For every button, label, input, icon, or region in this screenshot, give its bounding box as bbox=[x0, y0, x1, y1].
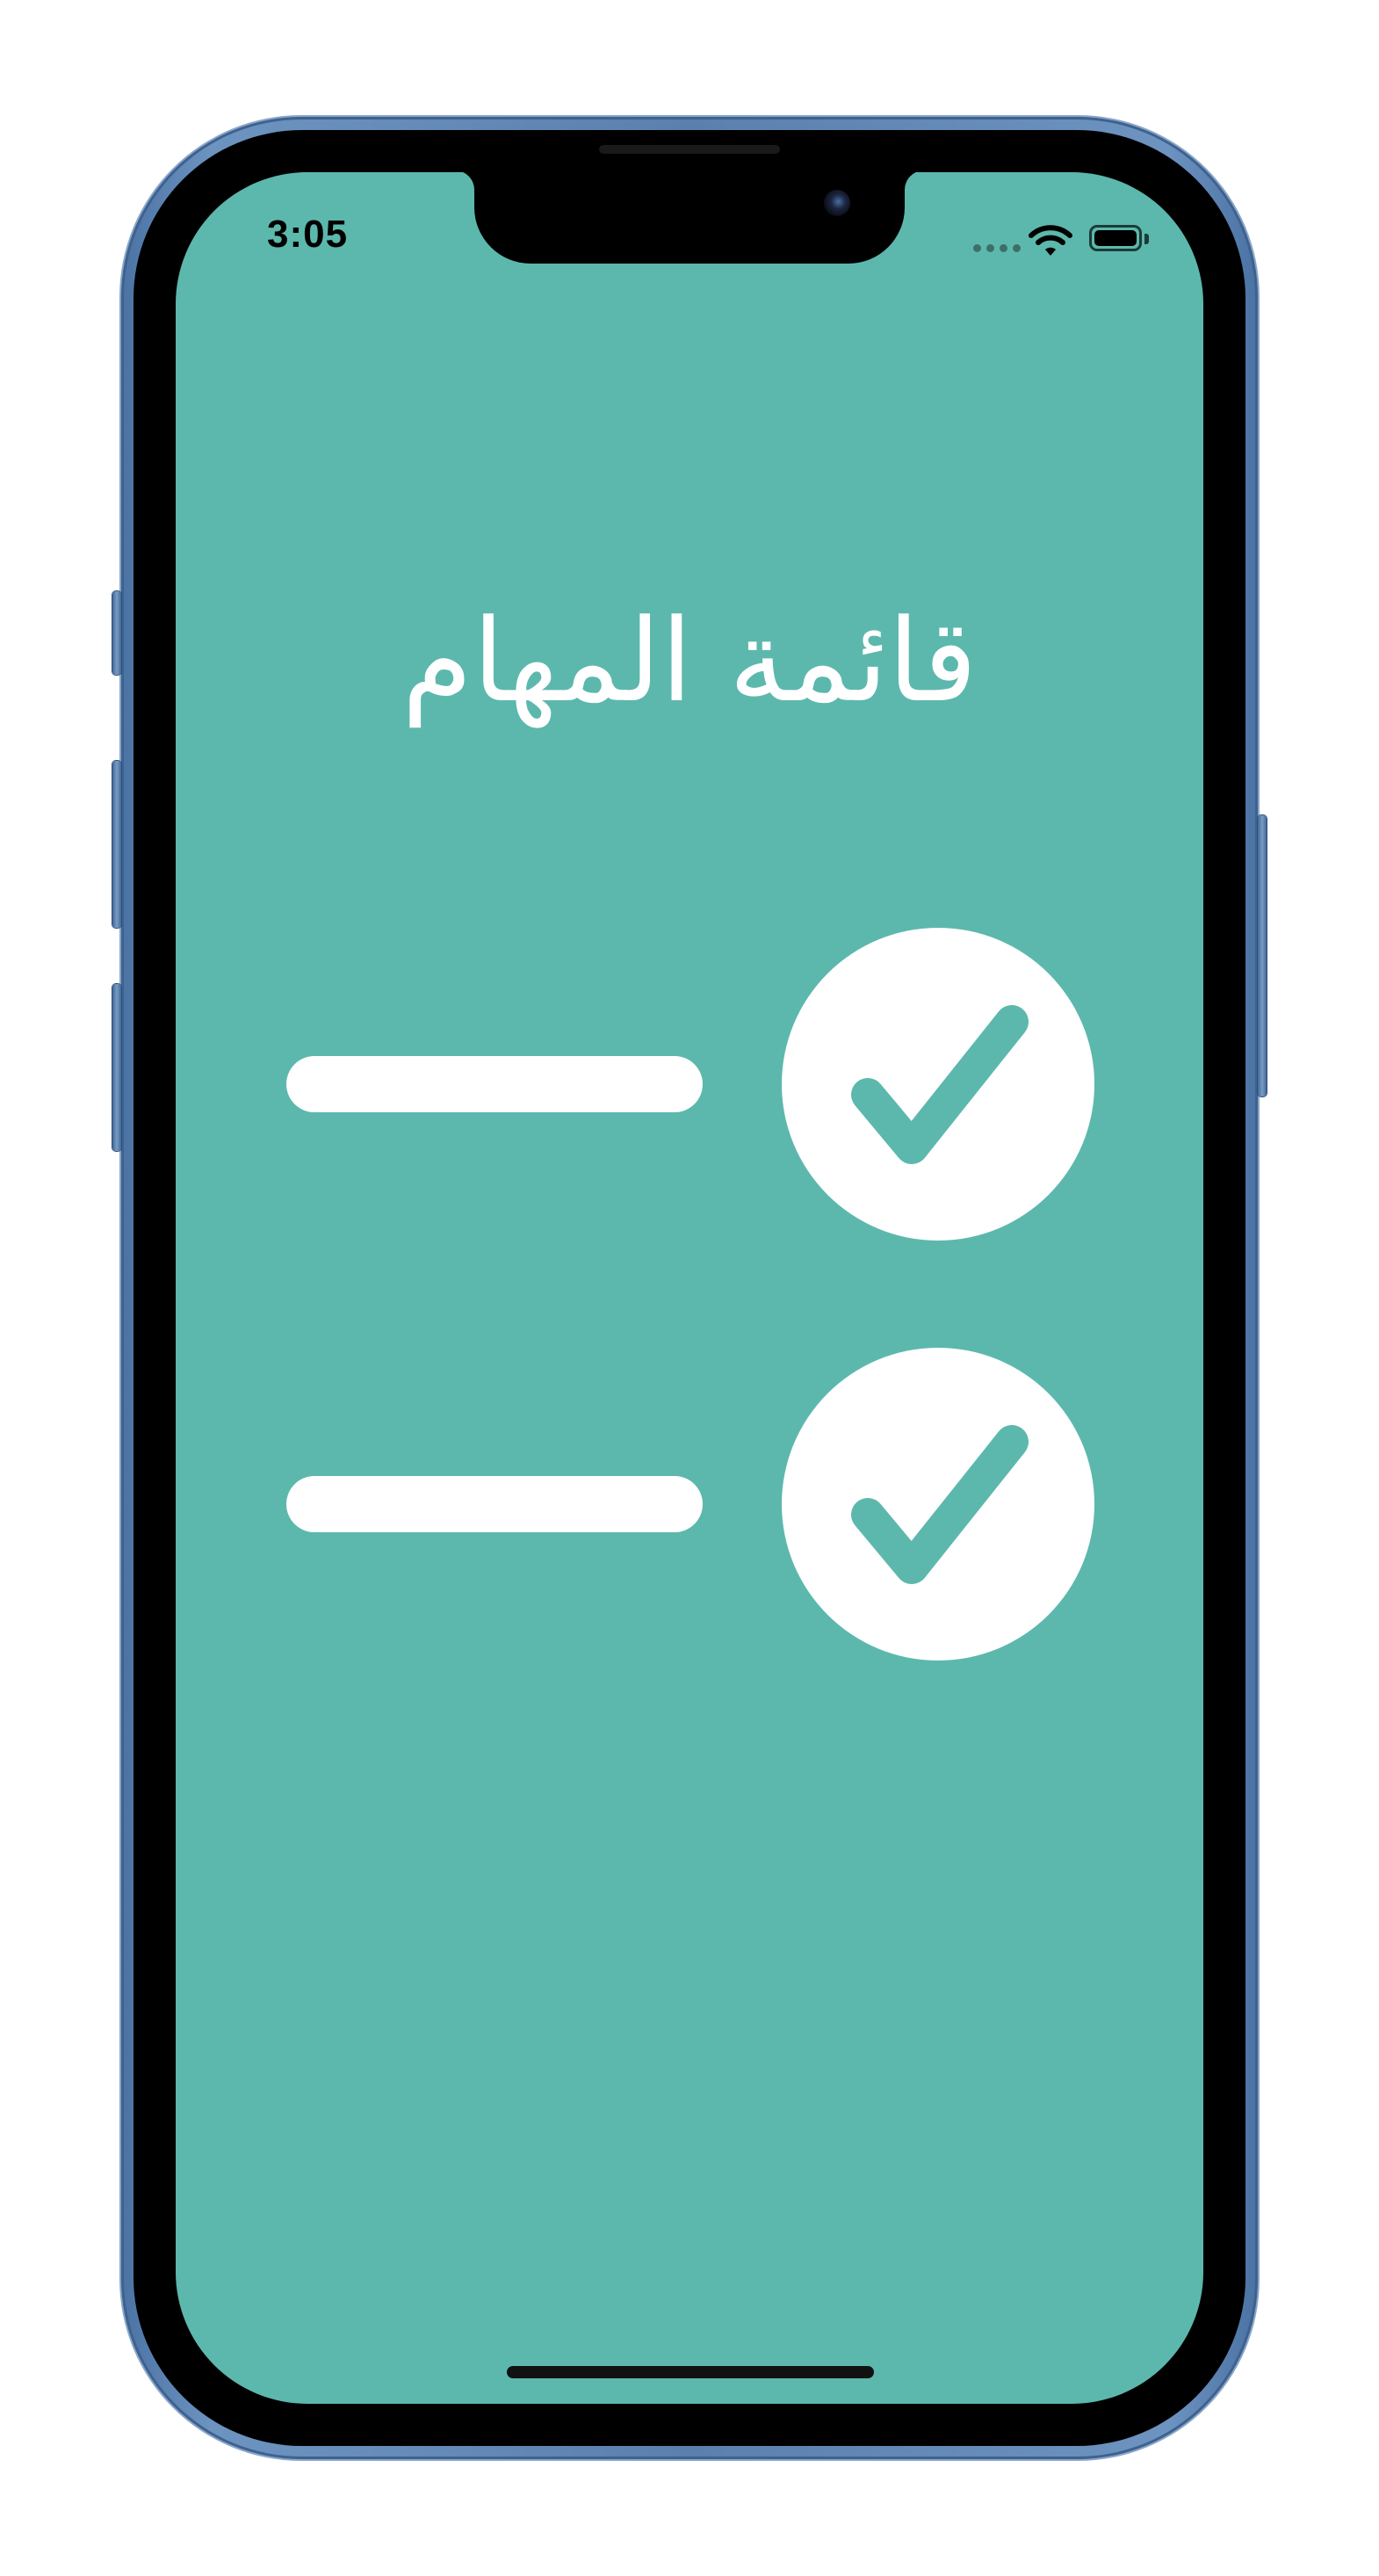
earpiece-speaker bbox=[599, 145, 780, 154]
task-row[interactable] bbox=[176, 1348, 1203, 1664]
page: 3:05 قائمة المهام bbox=[0, 0, 1379, 2576]
task-row[interactable] bbox=[176, 928, 1203, 1244]
wifi-icon bbox=[1029, 225, 1072, 256]
checkmark-icon bbox=[851, 1005, 1029, 1164]
task-complete-toggle[interactable] bbox=[782, 928, 1094, 1241]
status-time: 3:05 bbox=[267, 213, 349, 256]
volume-up-button bbox=[112, 761, 121, 928]
home-indicator[interactable] bbox=[507, 2366, 874, 2378]
power-button bbox=[1258, 815, 1267, 1096]
front-camera bbox=[824, 190, 850, 216]
mute-switch bbox=[112, 591, 121, 675]
task-complete-toggle[interactable] bbox=[782, 1348, 1094, 1661]
volume-down-button bbox=[112, 984, 121, 1151]
notch bbox=[474, 172, 905, 264]
cellular-signal-icon bbox=[973, 244, 1021, 252]
task-text-placeholder bbox=[286, 1056, 703, 1112]
task-text-placeholder bbox=[286, 1476, 703, 1532]
app-screen: 3:05 قائمة المهام bbox=[176, 172, 1203, 2404]
page-title: قائمة المهام bbox=[401, 594, 978, 727]
battery-icon bbox=[1089, 225, 1142, 251]
checkmark-icon bbox=[851, 1425, 1029, 1584]
